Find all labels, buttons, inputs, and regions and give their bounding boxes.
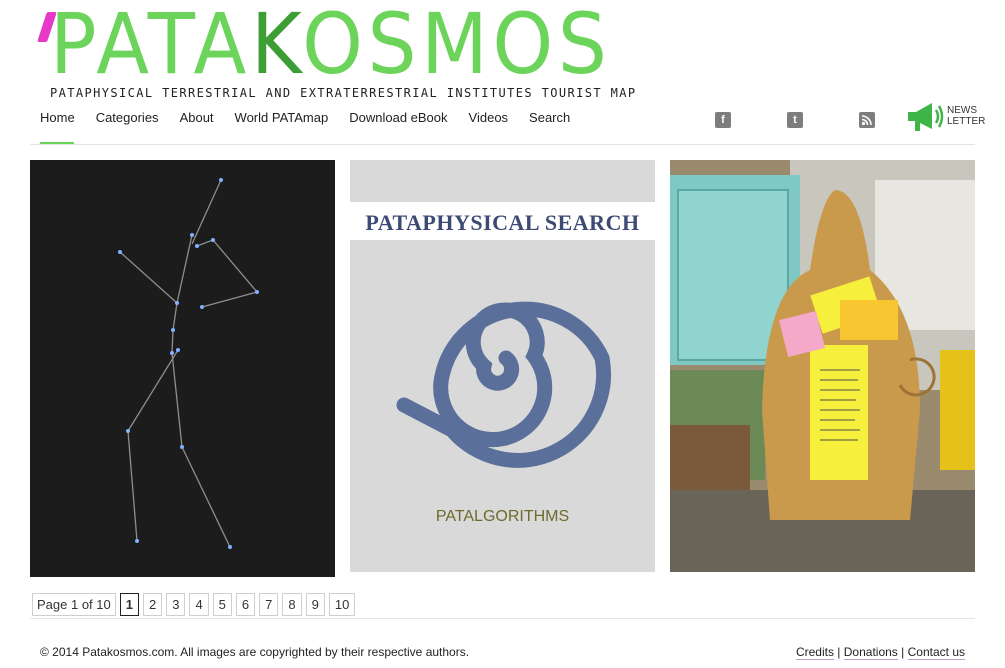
- site-logo[interactable]: PATAKOSMOS PATAPHYSICAL TERRESTRIAL AND …: [37, 2, 635, 102]
- nav-world-patamap[interactable]: World PATAmap: [235, 110, 329, 125]
- nav-divider: [30, 144, 975, 145]
- search-caption: PATALGORITHMS: [435, 508, 570, 525]
- page-link[interactable]: 2: [142, 593, 163, 616]
- page-link[interactable]: 5: [212, 593, 232, 616]
- constellation-image: [118, 178, 259, 549]
- workshop-photo: [670, 160, 975, 572]
- page-link[interactable]: 9: [305, 593, 325, 616]
- search-title: PATAPHYSICAL SEARCH: [365, 210, 640, 235]
- nav-videos[interactable]: Videos: [469, 110, 509, 125]
- logo-part-pata: PATA: [50, 0, 252, 93]
- nav-search[interactable]: Search: [529, 110, 570, 125]
- page-link[interactable]: 3: [166, 593, 186, 616]
- constellation-tile[interactable]: [30, 160, 335, 577]
- workshop-photo-tile[interactable]: [670, 160, 975, 572]
- newsletter-label: NEWS LETTER: [947, 105, 985, 127]
- nav-about[interactable]: About: [180, 110, 214, 125]
- logo-wordmark: PATAKOSMOS: [50, 2, 612, 86]
- page-link[interactable]: 10: [328, 593, 356, 616]
- footer-separator: |: [901, 645, 905, 659]
- page-link[interactable]: 4: [189, 593, 209, 616]
- megaphone-icon: [908, 103, 944, 131]
- footer-separator: |: [837, 645, 841, 659]
- nav-categories[interactable]: Categories: [96, 110, 159, 125]
- logo-tagline: PATAPHYSICAL TERRESTRIAL AND EXTRATERRES…: [50, 86, 637, 100]
- copyright-text: © 2014 Patakosmos.com. All images are co…: [40, 645, 470, 659]
- rss-glyph: [861, 115, 872, 126]
- pataphysical-search-tile[interactable]: PATAPHYSICAL SEARCH PATALGORITHMS: [350, 160, 655, 572]
- newsletter-link[interactable]: NEWS LETTER: [906, 100, 986, 136]
- page-link[interactable]: 6: [235, 593, 256, 616]
- main-nav: Home Categories About World PATAmap Down…: [40, 110, 570, 125]
- logo-part-k: K: [251, 0, 303, 93]
- page-link[interactable]: 7: [259, 593, 279, 616]
- donations-link[interactable]: Donations: [843, 645, 898, 660]
- newsletter-line1: NEWS: [947, 105, 977, 116]
- spiral-icon: [396, 301, 612, 468]
- pagination: Page 1 of 10 1 2 3 4 5 6 7 8 9 10: [32, 593, 356, 616]
- facebook-icon[interactable]: f: [715, 112, 731, 128]
- page-count-label: Page 1 of 10: [32, 593, 116, 616]
- footer-divider: [30, 618, 975, 619]
- twitter-icon[interactable]: t: [787, 112, 803, 128]
- page-current: 1: [119, 593, 139, 616]
- page-link[interactable]: 8: [282, 593, 302, 616]
- newsletter-line2: LETTER: [947, 116, 986, 127]
- logo-part-osmos: OSMOS: [302, 0, 612, 93]
- nav-home[interactable]: Home: [40, 110, 75, 125]
- footer-links: Credits | Donations | Contact us: [795, 645, 965, 660]
- rss-icon[interactable]: [859, 112, 875, 128]
- credits-link[interactable]: Credits: [795, 645, 834, 660]
- contact-link[interactable]: Contact us: [907, 645, 965, 660]
- nav-download-ebook[interactable]: Download eBook: [349, 110, 447, 125]
